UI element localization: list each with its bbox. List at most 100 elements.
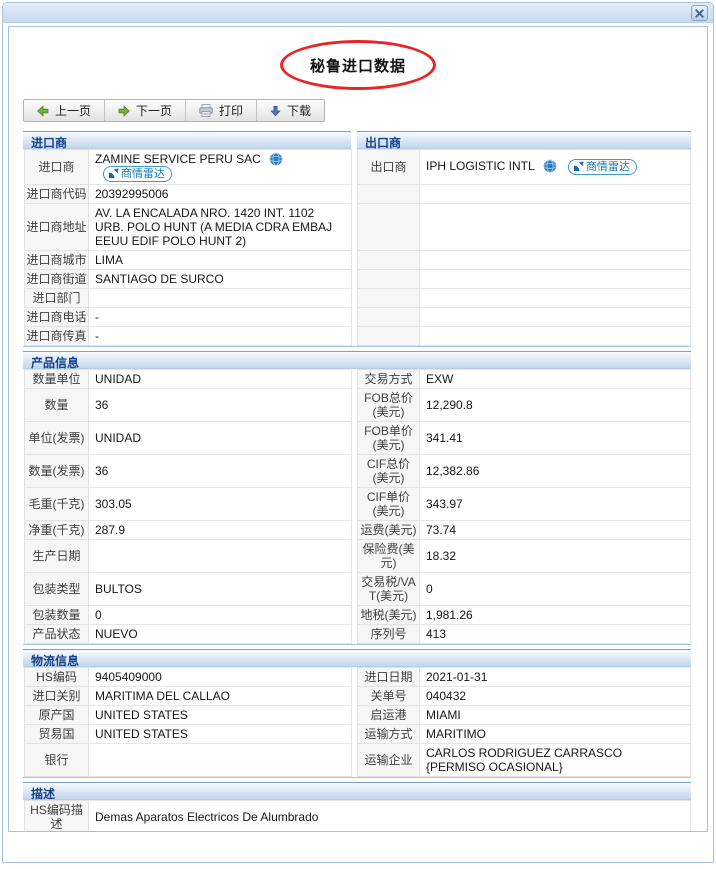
importer-name: ZAMINE SERVICE PERU SAC — [95, 152, 261, 166]
field-label: 进口商 — [25, 150, 89, 185]
field-value: MARITIMO — [420, 725, 691, 744]
table-row: 生产日期 保险费(美元)18.32 — [25, 540, 691, 573]
field-label: 包装数量 — [25, 606, 89, 625]
field-value — [420, 289, 691, 308]
field-label: 生产日期 — [25, 540, 89, 573]
field-value: 12,290.8 — [420, 389, 691, 422]
field-label: 净重(千克) — [25, 521, 89, 540]
prev-page-button[interactable]: 上一页 — [24, 100, 105, 121]
field-label — [358, 289, 420, 308]
field-label: CIF总价(美元) — [358, 455, 420, 488]
radar-icon — [108, 168, 119, 179]
field-value: 0 — [420, 573, 691, 606]
field-label: 数量 — [25, 389, 89, 422]
field-value: MARITIMA DEL CALLAO — [89, 687, 352, 706]
field-value: LIMA — [89, 251, 352, 270]
globe-icon[interactable] — [269, 152, 283, 166]
table-row: 进口部门 — [25, 289, 691, 308]
logistics-table: HS编码9405409000进口日期2021-01-31 进口关别MARITIM… — [24, 667, 691, 777]
field-label: 进口商代码 — [25, 185, 89, 204]
business-radar-label: 商情雷达 — [586, 160, 630, 174]
field-label: 单位(发票) — [25, 422, 89, 455]
field-value: 303.05 — [89, 488, 352, 521]
field-value: UNIDAD — [89, 422, 352, 455]
table-row: 数量(发票)36CIF总价(美元)12,382.86 — [25, 455, 691, 488]
field-label — [358, 327, 420, 346]
table-row: 原产国UNITED STATES启运港MIAMI — [25, 706, 691, 725]
field-label: 原产国 — [25, 706, 89, 725]
field-label: 进口商城市 — [25, 251, 89, 270]
field-label: 启运港 — [358, 706, 420, 725]
field-value: 1,981.26 — [420, 606, 691, 625]
table-row: HS编码描述Demas Aparatos Electricos De Alumb… — [25, 801, 691, 833]
content-panel: 秘鲁进口数据 上一页 下一页 打印 — [8, 26, 708, 832]
arrow-left-icon — [37, 105, 49, 117]
business-radar-label: 商情雷达 — [121, 167, 165, 181]
field-label: 交易方式 — [358, 370, 420, 389]
field-value: MIAMI — [420, 706, 691, 725]
field-value: Demas Aparatos Electricos De Alumbrado — [89, 801, 691, 833]
download-button[interactable]: 下载 — [257, 100, 324, 121]
table-row: 贸易国UNITED STATES运输方式MARITIMO — [25, 725, 691, 744]
field-label: 运费(美元) — [358, 521, 420, 540]
table-row: 进口商街道SANTIAGO DE SURCO — [25, 270, 691, 289]
field-value: 9405409000 — [89, 668, 352, 687]
toolbar: 上一页 下一页 打印 下载 — [23, 99, 325, 122]
importer-exporter-table: 进口商 ZAMINE SERVICE PERU SAC — [24, 149, 691, 346]
field-label: 交易税/VAT(美元) — [358, 573, 420, 606]
field-label: 毛重(千克) — [25, 488, 89, 521]
field-value: 287.9 — [89, 521, 352, 540]
table-row: 净重(千克)287.9运费(美元)73.74 — [25, 521, 691, 540]
globe-icon[interactable] — [543, 159, 557, 173]
field-value: 0 — [89, 606, 352, 625]
arrow-right-icon — [118, 105, 130, 117]
field-label: 序列号 — [358, 625, 420, 644]
field-value — [420, 308, 691, 327]
exporter-section-header: 出口商 — [357, 131, 691, 149]
table-row: 进口关别MARITIMA DEL CALLAO 关单号040432 — [25, 687, 691, 706]
field-label: 进口关别 — [25, 687, 89, 706]
description-section-header: 描述 — [23, 782, 691, 800]
close-button[interactable] — [691, 5, 708, 21]
field-label: 进口商电话 — [25, 308, 89, 327]
field-value: 040432 — [420, 687, 691, 706]
field-label: 产品状态 — [25, 625, 89, 644]
field-label: 地税(美元) — [358, 606, 420, 625]
field-label: 包装类型 — [25, 573, 89, 606]
exporter-name: IPH LOGISTIC INTL — [426, 159, 534, 173]
field-label: 关单号 — [358, 687, 420, 706]
field-value: 343.97 — [420, 488, 691, 521]
table-row: HS编码9405409000进口日期2021-01-31 — [25, 668, 691, 687]
field-value — [420, 327, 691, 346]
field-label: 保险费(美元) — [358, 540, 420, 573]
importer-exporter-section: 进口商 出口商 进口商 ZAMINE SERVICE PERU SAC — [23, 131, 691, 347]
table-row: 数量36FOB总价(美元)12,290.8 — [25, 389, 691, 422]
field-value — [89, 540, 352, 573]
field-label: 贸易国 — [25, 725, 89, 744]
window-titlebar — [3, 3, 713, 23]
business-radar-badge[interactable]: 商情雷达 — [568, 159, 637, 175]
field-value: CARLOS RODRIGUEZ CARRASCO {PERMISO OCASI… — [420, 744, 691, 777]
field-value: 341.41 — [420, 422, 691, 455]
field-label: 进口部门 — [25, 289, 89, 308]
table-row: 进口商电话- — [25, 308, 691, 327]
field-value: NUEVO — [89, 625, 352, 644]
field-value: - — [89, 327, 352, 346]
field-label: 银行 — [25, 744, 89, 777]
field-value: - — [89, 308, 352, 327]
highlight-ellipse: 秘鲁进口数据 — [280, 40, 436, 90]
field-label: HS编码 — [25, 668, 89, 687]
table-row: 数量单位UNIDAD交易方式EXW — [25, 370, 691, 389]
field-label — [358, 308, 420, 327]
next-page-button[interactable]: 下一页 — [105, 100, 186, 121]
print-button[interactable]: 打印 — [186, 100, 257, 121]
field-value — [89, 744, 352, 777]
popup-window: 秘鲁进口数据 上一页 下一页 打印 — [2, 2, 714, 863]
field-label: HS编码描述 — [25, 801, 89, 833]
table-row: 进口商 ZAMINE SERVICE PERU SAC — [25, 150, 691, 185]
exporter-name-cell: IPH LOGISTIC INTL — [420, 150, 691, 185]
business-radar-badge[interactable]: 商情雷达 — [103, 166, 172, 182]
product-section-header: 产品信息 — [23, 351, 691, 369]
field-value: 18.32 — [420, 540, 691, 573]
close-icon — [695, 9, 704, 18]
